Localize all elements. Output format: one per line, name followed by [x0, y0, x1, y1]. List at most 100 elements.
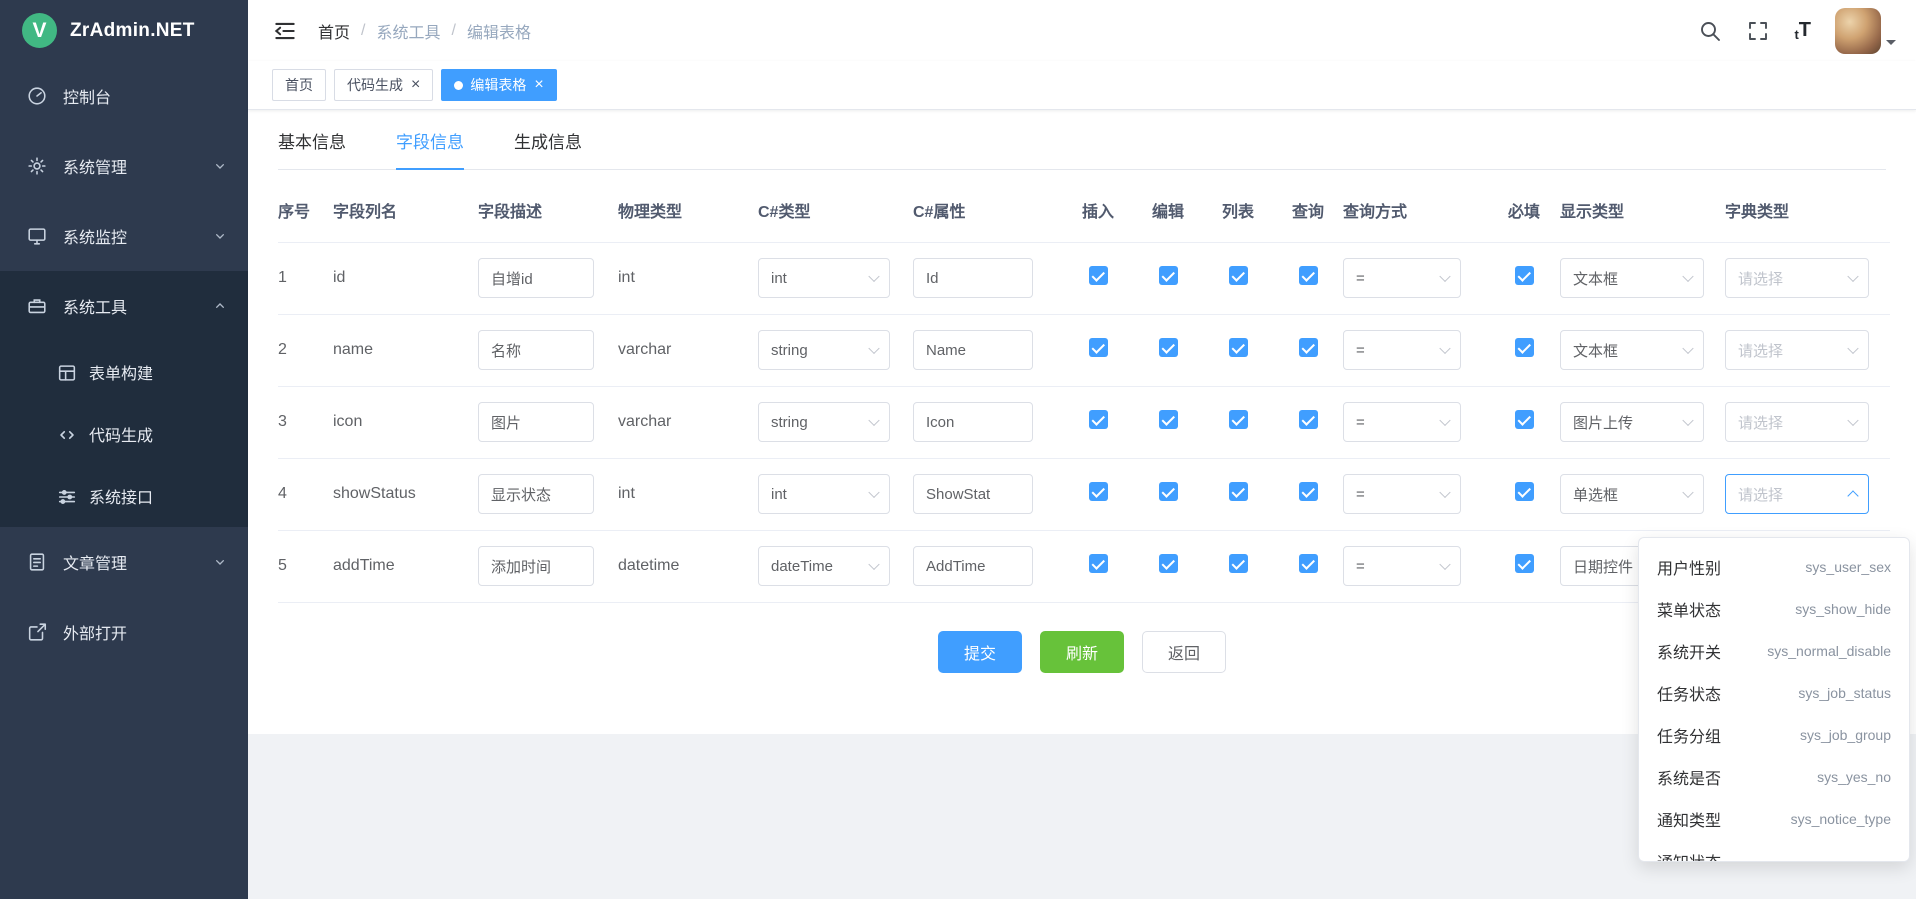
csharp-type-select[interactable]: string: [758, 330, 890, 370]
dict-option-notice-status[interactable]: 通知状态: [1639, 840, 1909, 862]
font-size-icon[interactable]: tT: [1794, 19, 1811, 42]
dict-option-job-status[interactable]: 任务状态 sys_job_status: [1639, 672, 1909, 714]
csharp-property-input[interactable]: [913, 402, 1033, 442]
tab-field-info[interactable]: 字段信息: [396, 128, 464, 169]
display-type-select[interactable]: 文本框: [1560, 330, 1704, 370]
sidebar-menu: 控制台 系统管理 系统监控: [0, 61, 248, 899]
close-icon[interactable]: ×: [411, 77, 420, 93]
back-button[interactable]: 返回: [1142, 631, 1226, 673]
sidebar-collapse-button[interactable]: [272, 18, 298, 44]
select-value: 日期控件: [1573, 556, 1633, 577]
search-icon[interactable]: [1698, 19, 1722, 43]
description-input[interactable]: [478, 402, 594, 442]
insert-checkbox[interactable]: [1089, 410, 1108, 429]
list-checkbox[interactable]: [1229, 410, 1248, 429]
sidebar-item-system-monitor[interactable]: 系统监控: [0, 201, 248, 271]
dict-type-select-open[interactable]: 请选择: [1725, 474, 1869, 514]
breadcrumb-home[interactable]: 首页: [318, 19, 350, 43]
required-checkbox[interactable]: [1515, 554, 1534, 573]
csharp-property-input[interactable]: [913, 330, 1033, 370]
insert-checkbox[interactable]: [1089, 266, 1108, 285]
insert-checkbox[interactable]: [1089, 338, 1108, 357]
edit-checkbox[interactable]: [1159, 338, 1178, 357]
required-checkbox[interactable]: [1515, 338, 1534, 357]
edit-checkbox[interactable]: [1159, 410, 1178, 429]
csharp-property-input[interactable]: [913, 546, 1033, 586]
select-placeholder: 请选择: [1738, 268, 1783, 289]
physical-type: int: [618, 458, 758, 530]
list-checkbox[interactable]: [1229, 482, 1248, 501]
sidebar-item-form-builder[interactable]: 表单构建: [0, 341, 248, 403]
col-header-physical-type: 物理类型: [618, 178, 758, 242]
dict-option-yes-no[interactable]: 系统是否 sys_yes_no: [1639, 756, 1909, 798]
description-input[interactable]: [478, 546, 594, 586]
query-mode-select[interactable]: =: [1343, 258, 1461, 298]
sidebar-item-article-management[interactable]: 文章管理: [0, 527, 248, 597]
sidebar-item-external-link[interactable]: 外部打开: [0, 597, 248, 667]
csharp-type-select[interactable]: int: [758, 258, 890, 298]
dict-option-label: 通知类型: [1657, 807, 1721, 831]
avatar[interactable]: [1835, 8, 1881, 54]
display-type-select[interactable]: 图片上传: [1560, 402, 1704, 442]
list-checkbox[interactable]: [1229, 554, 1248, 573]
tag-code-generator[interactable]: 代码生成 ×: [334, 69, 433, 101]
csharp-type-select[interactable]: dateTime: [758, 546, 890, 586]
breadcrumb-system-tools[interactable]: 系统工具: [376, 19, 440, 43]
chevron-down-icon: [868, 559, 879, 570]
required-checkbox[interactable]: [1515, 266, 1534, 285]
description-input[interactable]: [478, 258, 594, 298]
query-checkbox[interactable]: [1299, 266, 1318, 285]
list-checkbox[interactable]: [1229, 338, 1248, 357]
dict-option-show-hide[interactable]: 菜单状态 sys_show_hide: [1639, 588, 1909, 630]
insert-checkbox[interactable]: [1089, 482, 1108, 501]
dict-type-select[interactable]: 请选择: [1725, 258, 1869, 298]
query-checkbox[interactable]: [1299, 554, 1318, 573]
fullscreen-icon[interactable]: [1746, 19, 1770, 43]
dict-option-user-sex[interactable]: 用户性别 sys_user_sex: [1639, 546, 1909, 588]
display-type-select[interactable]: 单选框: [1560, 474, 1704, 514]
sidebar-item-system-tools[interactable]: 系统工具: [0, 271, 248, 341]
submit-button[interactable]: 提交: [938, 631, 1022, 673]
list-checkbox[interactable]: [1229, 266, 1248, 285]
sidebar-item-code-generator[interactable]: 代码生成: [0, 403, 248, 465]
row-index: 1: [278, 242, 333, 314]
description-input[interactable]: [478, 474, 594, 514]
dict-type-select[interactable]: 请选择: [1725, 330, 1869, 370]
query-mode-select[interactable]: =: [1343, 330, 1461, 370]
tag-edit-table[interactable]: 编辑表格 ×: [441, 69, 556, 101]
required-checkbox[interactable]: [1515, 410, 1534, 429]
app-logo[interactable]: V ZrAdmin.NET: [0, 0, 248, 61]
dict-option-value: sys_job_status: [1798, 685, 1891, 701]
csharp-type-select[interactable]: string: [758, 402, 890, 442]
sidebar-item-system-api[interactable]: 系统接口: [0, 465, 248, 527]
dict-option-normal-disable[interactable]: 系统开关 sys_normal_disable: [1639, 630, 1909, 672]
sidebar-item-dashboard[interactable]: 控制台: [0, 61, 248, 131]
tab-generate-info[interactable]: 生成信息: [514, 128, 582, 169]
dict-option-label: 任务分组: [1657, 723, 1721, 747]
tag-home[interactable]: 首页: [272, 69, 326, 101]
query-mode-select[interactable]: =: [1343, 546, 1461, 586]
tab-basic-info[interactable]: 基本信息: [278, 128, 346, 169]
refresh-button[interactable]: 刷新: [1040, 631, 1124, 673]
csharp-property-input[interactable]: [913, 258, 1033, 298]
query-mode-select[interactable]: =: [1343, 474, 1461, 514]
insert-checkbox[interactable]: [1089, 554, 1108, 573]
query-mode-select[interactable]: =: [1343, 402, 1461, 442]
close-icon[interactable]: ×: [534, 77, 543, 93]
query-checkbox[interactable]: [1299, 482, 1318, 501]
dict-option-job-group[interactable]: 任务分组 sys_job_group: [1639, 714, 1909, 756]
query-checkbox[interactable]: [1299, 410, 1318, 429]
dict-type-select[interactable]: 请选择: [1725, 402, 1869, 442]
dict-option-notice-type[interactable]: 通知类型 sys_notice_type: [1639, 798, 1909, 840]
csharp-property-input[interactable]: [913, 474, 1033, 514]
sidebar-item-system-management[interactable]: 系统管理: [0, 131, 248, 201]
user-menu[interactable]: [1835, 8, 1896, 54]
edit-checkbox[interactable]: [1159, 266, 1178, 285]
required-checkbox[interactable]: [1515, 482, 1534, 501]
csharp-type-select[interactable]: int: [758, 474, 890, 514]
description-input[interactable]: [478, 330, 594, 370]
edit-checkbox[interactable]: [1159, 554, 1178, 573]
display-type-select[interactable]: 文本框: [1560, 258, 1704, 298]
query-checkbox[interactable]: [1299, 338, 1318, 357]
edit-checkbox[interactable]: [1159, 482, 1178, 501]
